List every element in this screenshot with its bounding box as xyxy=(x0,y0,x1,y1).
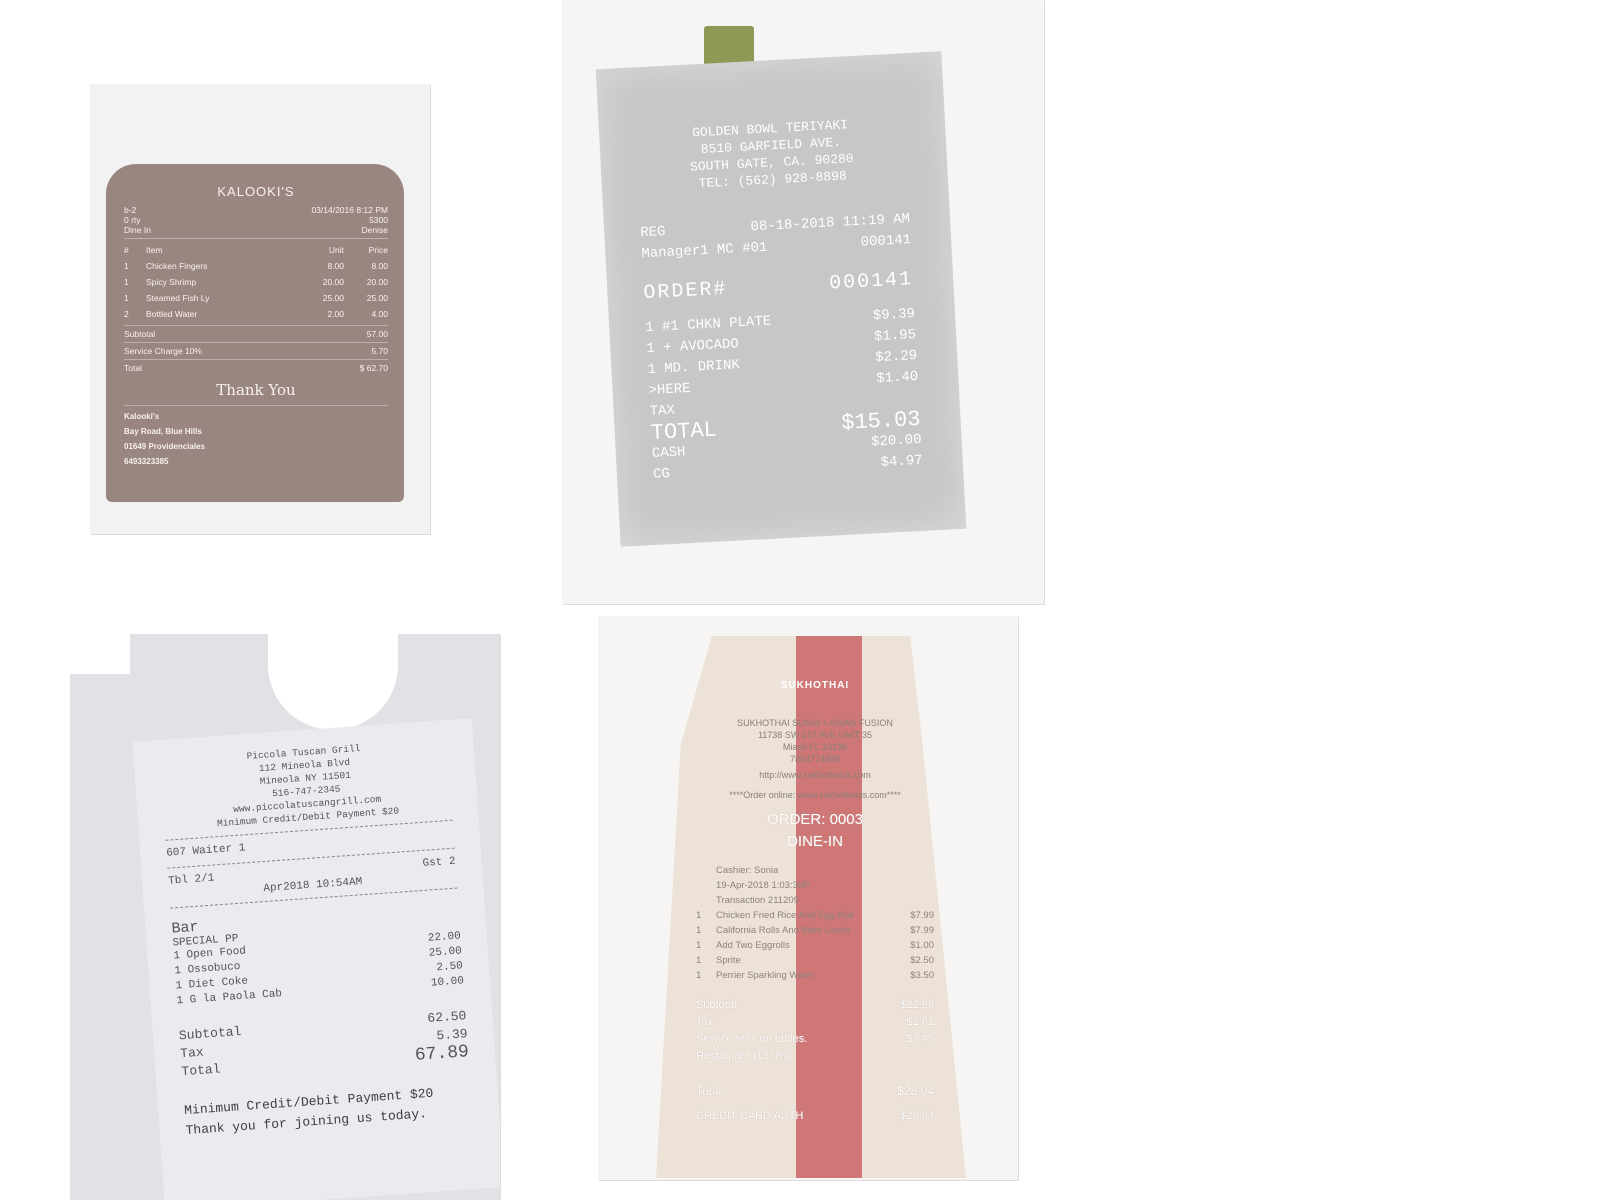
datetime: 19-Apr-2018 1:03:30P xyxy=(716,880,810,891)
receipt-header: SUKHOTHAI SUSHI + ASIAN FUSION 11738 SW … xyxy=(729,718,901,800)
subtotal-row: Subtotal 57.00 xyxy=(124,329,388,339)
thank-you-text: Thank You xyxy=(216,381,296,399)
line-item: 2 Bottled Water 2.00 4.00 xyxy=(124,309,388,319)
background-cutout xyxy=(268,634,398,730)
receipt-header: GOLDEN BOWL TERIYAKI 8510 GARFIELD AVE. … xyxy=(689,117,855,192)
tax-row: Tax $1.61 xyxy=(696,1016,934,1028)
total-row: Total $ 62.70 xyxy=(124,363,388,373)
service-fee-row: Service fees on tables. $3.45 xyxy=(696,1033,934,1045)
receipt-header: Piccola Tuscan Grill 112 Mineola Blvd Mi… xyxy=(216,742,400,830)
background-cutout xyxy=(70,634,130,674)
line-item: 1 Chicken Fingers 8.00 8.00 xyxy=(124,261,388,271)
receipt-photo-tuscan-grill: Piccola Tuscan Grill 112 Mineola Blvd Mi… xyxy=(70,634,500,1200)
line-item: 1 Add Two Eggrolls $1.00 xyxy=(696,940,934,951)
order-number: ORDER# 000141 xyxy=(642,268,914,306)
line-item: 1 Perrier Sparkling Water $3.50 xyxy=(696,970,934,981)
receipt-golden-bowl: GOLDEN BOWL TERIYAKI 8510 GARFIELD AVE. … xyxy=(595,51,967,547)
line-item: 1 Steamed Fish Ly 25.00 25.00 xyxy=(124,293,388,303)
meta-row: b-2 03/14/2016 8:12 PM xyxy=(124,205,388,215)
receipt-photo-kalookis: KALOOKI'S b-2 03/14/2016 8:12 PM 0 rty 530… xyxy=(90,84,430,534)
credit-card-row: CREDIT CARD AUTH $28.04 xyxy=(696,1110,934,1122)
service-charge-row: Service Charge 10% 5.70 xyxy=(124,346,388,356)
receipt-footer: Minimum Credit/Debit Payment $20 Thank y… xyxy=(183,1085,434,1139)
restaurant-name: KALOOKI'S xyxy=(217,184,295,199)
receipt-photo-golden-bowl: GOLDEN BOWL TERIYAKI 8510 GARFIELD AVE. … xyxy=(562,0,1044,604)
total-row: Total $28.04 xyxy=(696,1084,934,1098)
receipt-kalookis: KALOOKI'S b-2 03/14/2016 8:12 PM 0 rty 530… xyxy=(106,164,404,502)
dine-in-label: DINE-IN xyxy=(787,833,843,850)
receipt-photo-sukhothai: SUKHOTHAI SUKHOTHAI SUSHI + ASIAN FUSION… xyxy=(598,616,1018,1180)
service-fee-rate: Restaurant (15.0%) xyxy=(696,1050,792,1062)
divider xyxy=(124,405,388,406)
server-row: 607 Waiter 1 xyxy=(165,842,246,860)
line-item: 1 Chicken Fried Rice And Egg Roll $7.99 xyxy=(696,910,934,921)
meta-row: 0 rty 5300 xyxy=(124,215,388,225)
address-block: Kalooki's Bay Road, Blue Hills 01649 Pro… xyxy=(124,412,205,466)
divider xyxy=(124,238,388,239)
divider xyxy=(124,342,388,343)
transaction: Transaction 211209 xyxy=(716,895,799,906)
divider xyxy=(124,325,388,326)
column-headers: # Item Unit Price xyxy=(124,245,388,255)
receipt-tuscan-grill: Piccola Tuscan Grill 112 Mineola Blvd Mi… xyxy=(132,718,500,1200)
receipt-sukhothai: SUKHOTHAI SUKHOTHAI SUSHI + ASIAN FUSION… xyxy=(656,636,966,1178)
subtotal-row: Subtotal $22.98 xyxy=(696,999,934,1011)
divider xyxy=(124,359,388,360)
line-item: 1 Sprite $2.50 xyxy=(696,955,934,966)
line-item: 1 Spicy Shrimp 20.00 20.00 xyxy=(124,277,388,287)
line-item: 1 California Rolls And Miso Lunch $7.99 xyxy=(696,925,934,936)
restaurant-logo: SUKHOTHAI xyxy=(780,680,850,691)
meta-row: Dine In Denise xyxy=(124,225,388,235)
cashier: Cashier: Sonia xyxy=(716,865,779,876)
order-number: ORDER: 0003 xyxy=(767,811,863,828)
